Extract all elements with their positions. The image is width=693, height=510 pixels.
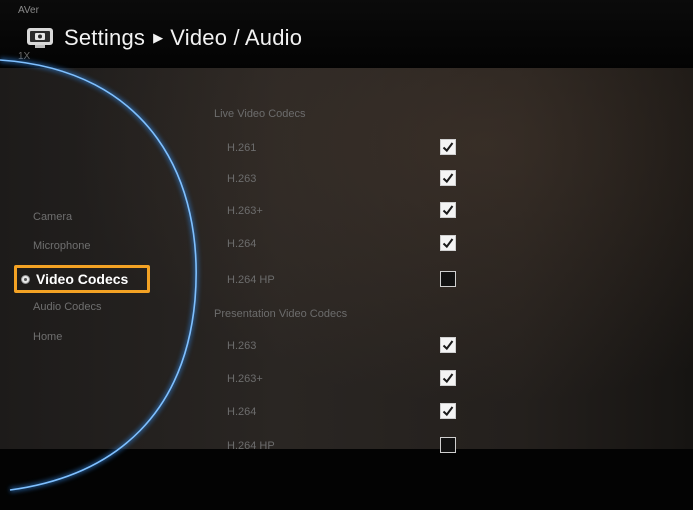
- codec-row-presentation-h263plus[interactable]: H.263+: [214, 370, 464, 390]
- sidebar-item-label: Video Codecs: [36, 271, 129, 287]
- brand-label: AVer: [18, 5, 39, 16]
- settings-panel: [0, 68, 693, 449]
- live-video-codecs-header: Live Video Codecs: [214, 108, 306, 120]
- codec-row-live-h263[interactable]: H.263: [214, 170, 464, 190]
- codec-label: H.263+: [227, 205, 263, 217]
- breadcrumb-separator-icon: ▶: [153, 30, 164, 45]
- codec-checkbox[interactable]: [440, 235, 456, 251]
- codec-label: H.263: [227, 173, 257, 185]
- codec-row-presentation-h263[interactable]: H.263: [214, 337, 464, 357]
- title-bar: AVer Settings ▶ Video / Audio 1X: [0, 0, 693, 68]
- codec-checkbox[interactable]: [440, 202, 456, 218]
- breadcrumb-video-audio: Video / Audio: [170, 25, 303, 50]
- check-icon: [442, 205, 454, 216]
- sidebar-item-video-codecs[interactable]: Video Codecs: [14, 265, 150, 293]
- sidebar-item-camera[interactable]: Camera: [33, 211, 72, 223]
- sidebar-item-microphone[interactable]: Microphone: [33, 240, 90, 252]
- codec-label: H.263+: [227, 373, 263, 385]
- codec-label: H.263: [227, 340, 257, 352]
- bottom-bar: [0, 449, 693, 510]
- codec-row-live-h264hp[interactable]: H.264 HP: [214, 271, 464, 291]
- page-title: Settings ▶ Video / Audio: [64, 25, 302, 51]
- codec-label: H.264 HP: [227, 440, 275, 452]
- codec-checkbox[interactable]: [440, 370, 456, 386]
- presentation-video-codecs-header: Presentation Video Codecs: [214, 308, 348, 320]
- check-icon: [442, 406, 454, 417]
- codec-row-presentation-h264hp[interactable]: H.264 HP: [214, 437, 464, 457]
- brand-sub-label: 1X: [18, 51, 31, 62]
- codec-checkbox[interactable]: [440, 170, 456, 186]
- codec-checkbox[interactable]: [440, 337, 456, 353]
- codec-checkbox[interactable]: [440, 271, 456, 287]
- check-icon: [442, 340, 454, 351]
- codec-row-live-h261[interactable]: H.261: [214, 139, 464, 159]
- codec-label: H.264 HP: [227, 274, 275, 286]
- sidebar-item-audio-codecs[interactable]: Audio Codecs: [33, 301, 102, 313]
- codec-label: H.261: [227, 142, 257, 154]
- codec-checkbox[interactable]: [440, 139, 456, 155]
- codec-label: H.264: [227, 406, 257, 418]
- codec-checkbox[interactable]: [440, 437, 456, 453]
- selected-bullet-icon: [21, 274, 30, 284]
- codec-row-presentation-h264[interactable]: H.264: [214, 403, 464, 423]
- sidebar-item-home[interactable]: Home: [33, 331, 62, 343]
- check-icon: [442, 142, 454, 153]
- codec-checkbox[interactable]: [440, 403, 456, 419]
- codec-row-live-h263plus[interactable]: H.263+: [214, 202, 464, 222]
- check-icon: [442, 173, 454, 184]
- check-icon: [442, 238, 454, 249]
- codec-row-live-h264[interactable]: H.264: [214, 235, 464, 255]
- check-icon: [442, 373, 454, 384]
- codec-label: H.264: [227, 238, 257, 250]
- video-settings-icon: [27, 28, 53, 48]
- breadcrumb-settings: Settings: [64, 25, 146, 50]
